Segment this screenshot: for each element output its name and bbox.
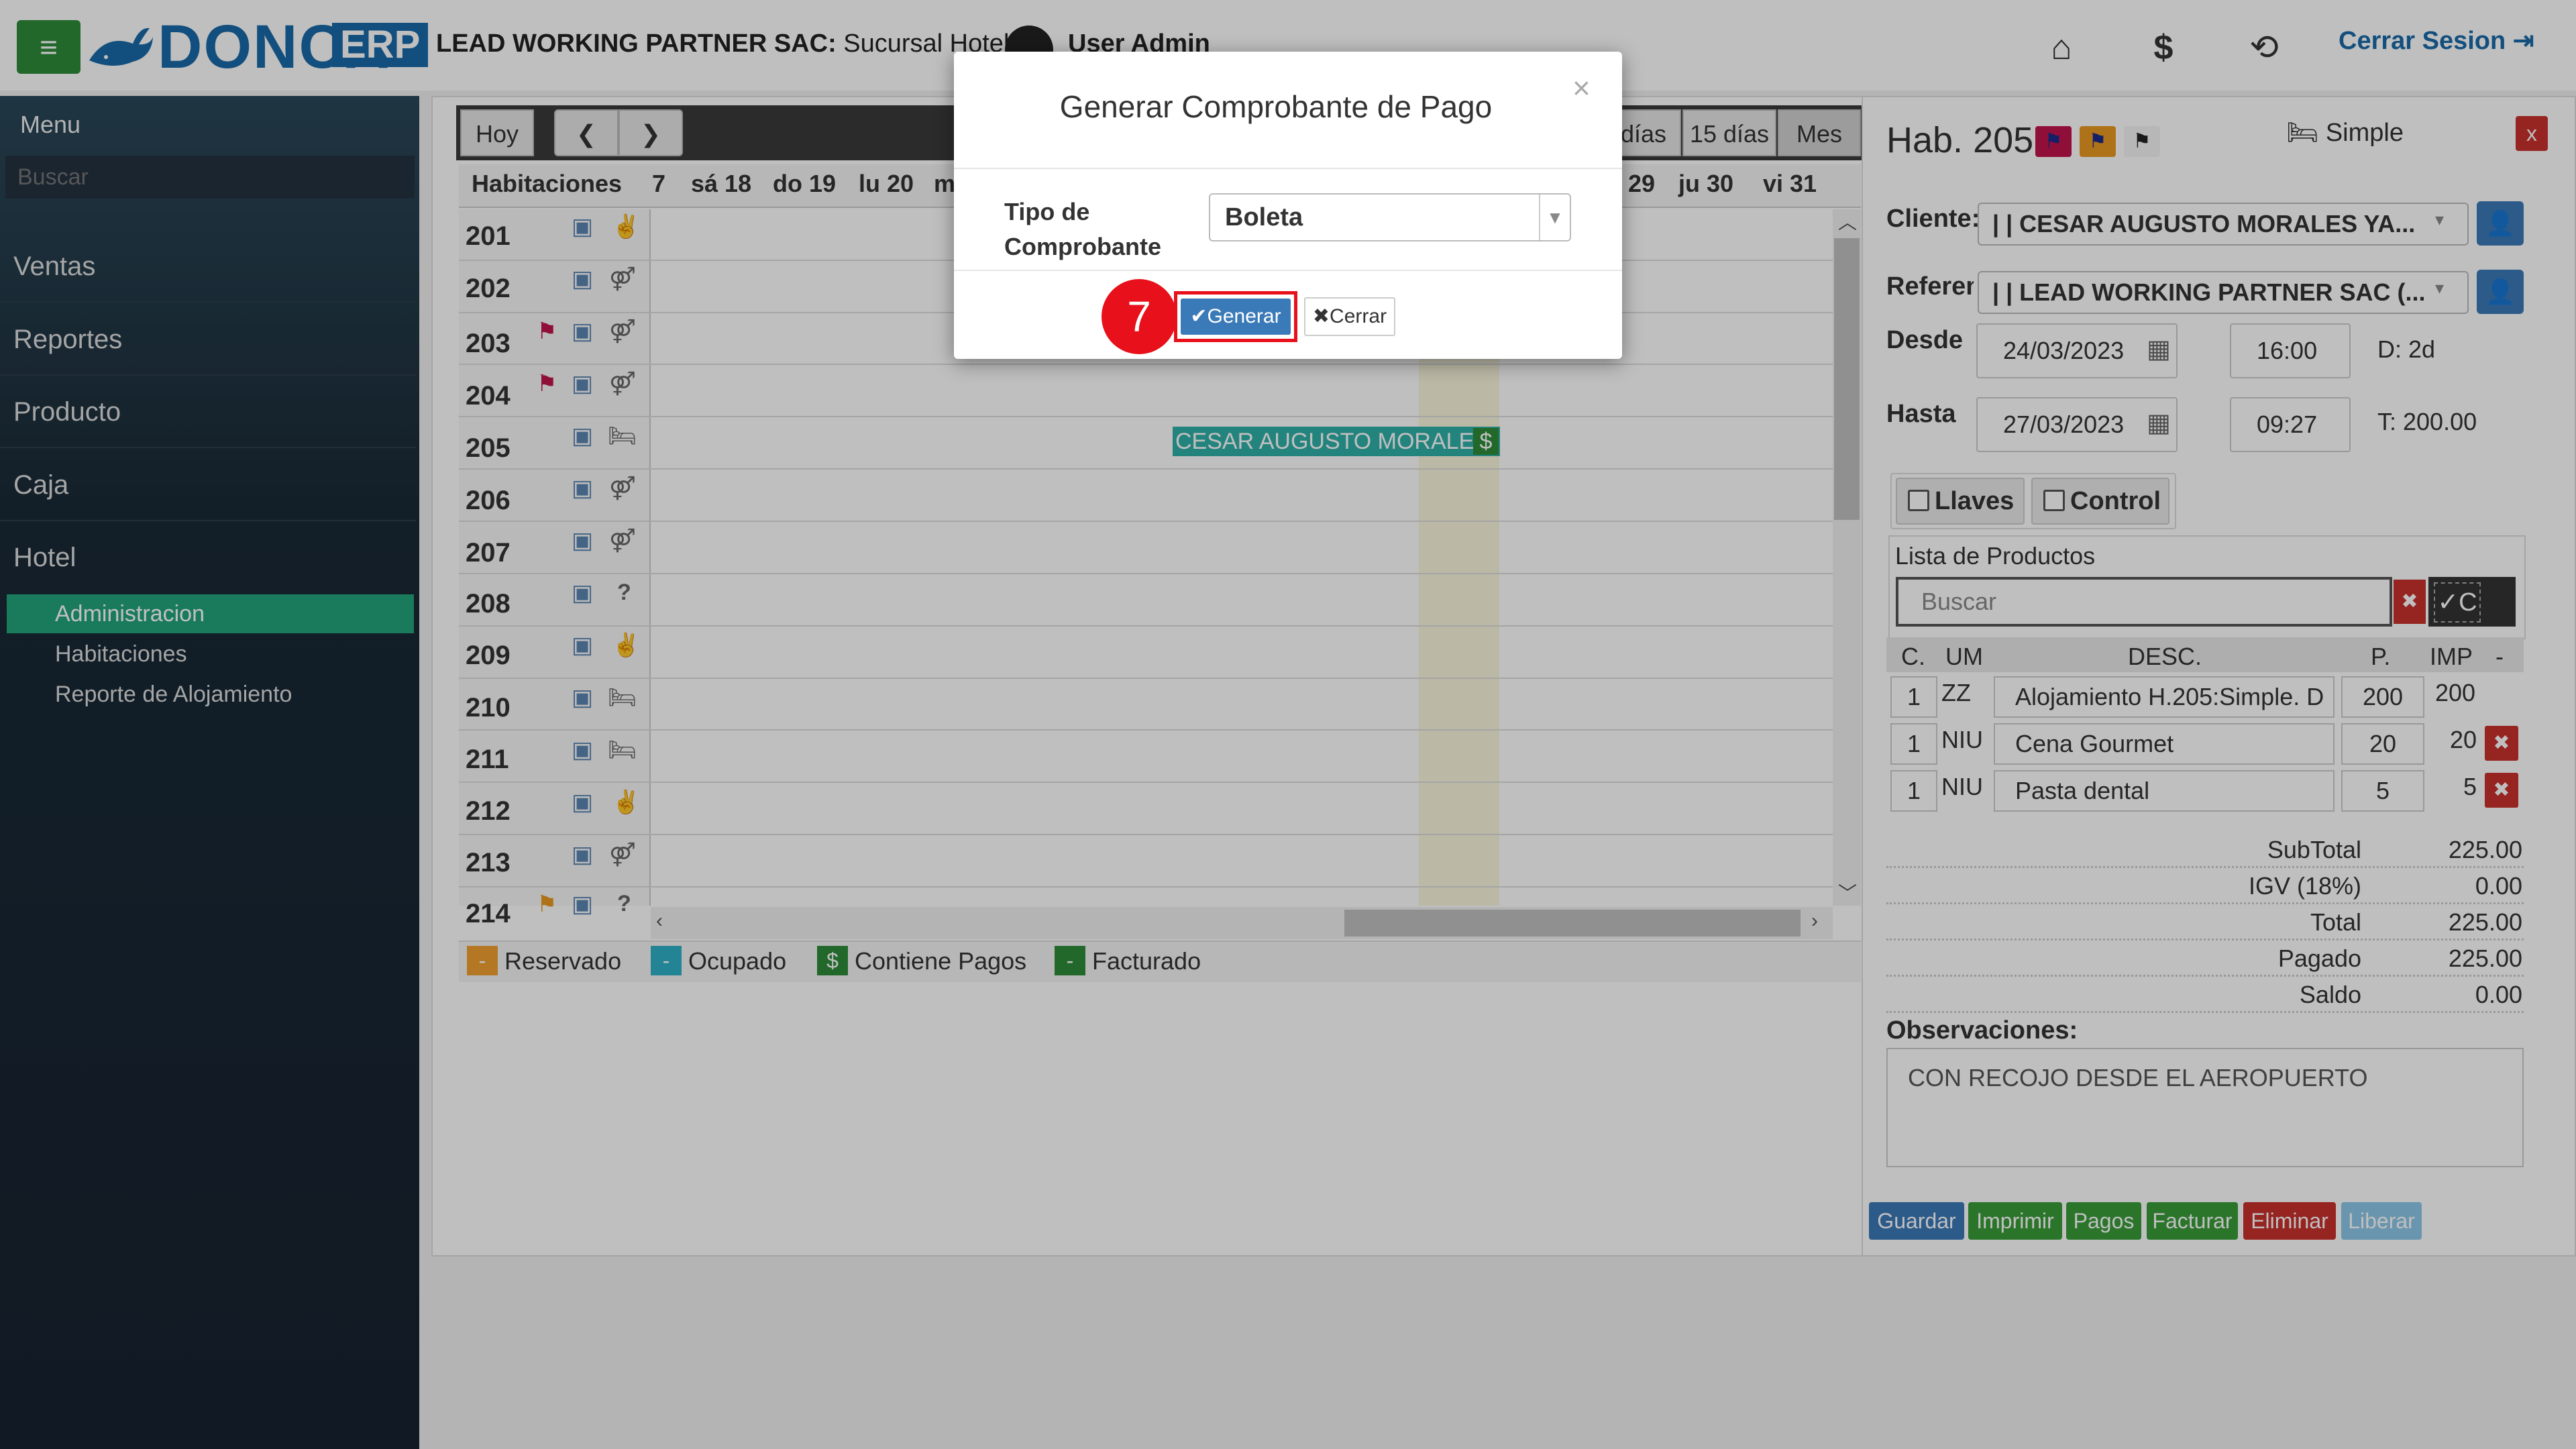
chevron-down-icon[interactable]: ▼: [1539, 195, 1570, 240]
tipo-comprobante-select[interactable]: Boleta: [1209, 193, 1571, 241]
modal-close-icon[interactable]: ×: [1572, 70, 1591, 106]
generar-button[interactable]: ✔Generar: [1181, 299, 1291, 335]
modal-divider: [954, 168, 1622, 169]
step-badge: 7: [1102, 279, 1177, 354]
modal-divider: [954, 270, 1622, 271]
tipo-comprobante-label: Tipo de Comprobante: [1004, 198, 1161, 260]
modal-title: Generar Comprobante de Pago: [1059, 89, 1493, 124]
cerrar-button[interactable]: ✖Cerrar: [1304, 297, 1395, 336]
